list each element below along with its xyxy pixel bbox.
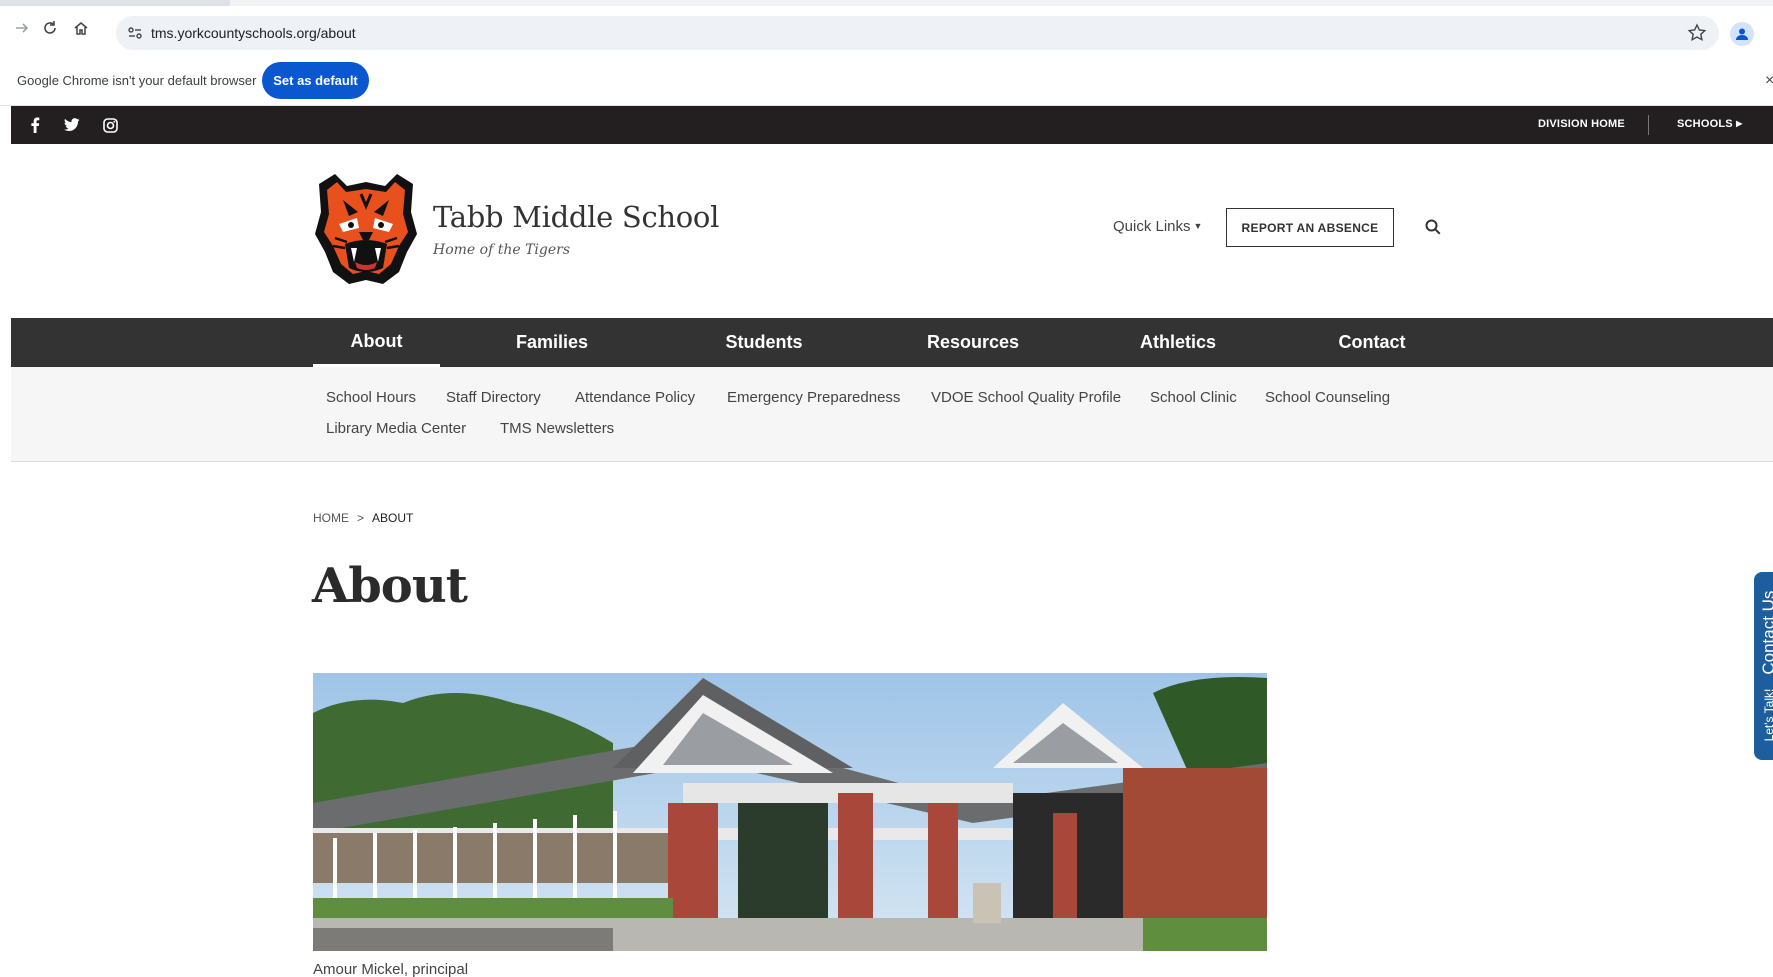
contact-us-label: Contact Us	[1759, 590, 1773, 675]
address-bar[interactable]: tms.yorkcountyschools.org/about	[116, 16, 1719, 50]
page-title: About	[312, 558, 468, 614]
breadcrumb-current: ABOUT	[372, 511, 414, 525]
schools-dropdown[interactable]: SCHOOLS ▶	[1677, 118, 1742, 130]
tiger-logo-icon[interactable]	[313, 172, 419, 286]
subnav-vdoe-quality-profile[interactable]: VDOE School Quality Profile	[931, 389, 1121, 406]
quick-links-label: Quick Links	[1113, 218, 1191, 235]
browser-toolbar: tms.yorkcountyschools.org/about	[0, 6, 1773, 56]
forward-icon[interactable]	[10, 16, 34, 40]
nav-about[interactable]: About	[313, 318, 440, 367]
quick-links-dropdown[interactable]: Quick Links ▼	[1113, 218, 1202, 235]
facebook-icon[interactable]	[25, 115, 45, 135]
site-info-icon[interactable]	[126, 24, 144, 42]
utility-divider	[1648, 115, 1649, 135]
photo-caption: Amour Mickel, principal	[313, 961, 469, 977]
subnav-staff-directory[interactable]: Staff Directory	[446, 389, 541, 406]
schools-label: SCHOOLS	[1677, 118, 1733, 130]
breadcrumb: HOME > ABOUT	[313, 511, 413, 525]
reload-icon[interactable]	[38, 16, 62, 40]
subnav-tms-newsletters[interactable]: TMS Newsletters	[500, 420, 614, 437]
profile-avatar-icon[interactable]	[1730, 22, 1754, 46]
contact-us-tab[interactable]: Let's Talk! Contact Us	[1754, 572, 1773, 760]
instagram-icon[interactable]	[100, 115, 120, 135]
default-browser-infobar: Google Chrome isn't your default browser…	[0, 56, 1773, 106]
nav-families[interactable]: Families	[491, 318, 613, 367]
main-navigation: About Families Students Resources Athlet…	[11, 318, 1773, 367]
report-absence-button[interactable]: REPORT AN ABSENCE	[1226, 208, 1394, 247]
nav-resources[interactable]: Resources	[901, 318, 1045, 367]
home-icon[interactable]	[69, 16, 93, 40]
infobar-message: Google Chrome isn't your default browser	[17, 73, 257, 88]
school-building-photo	[313, 673, 1267, 951]
caret-down-icon: ▼	[1193, 221, 1203, 231]
nav-athletics[interactable]: Athletics	[1111, 318, 1245, 367]
subnav-school-clinic[interactable]: School Clinic	[1150, 389, 1237, 406]
subnav-emergency-preparedness[interactable]: Emergency Preparedness	[727, 389, 900, 406]
division-home-link[interactable]: DIVISION HOME	[1538, 118, 1625, 130]
search-icon[interactable]	[1424, 218, 1442, 236]
subnav-attendance-policy[interactable]: Attendance Policy	[575, 389, 695, 406]
infobar-close-icon[interactable]: ×	[1765, 72, 1773, 90]
twitter-icon[interactable]	[62, 115, 82, 135]
lets-talk-label: Let's Talk!	[1762, 688, 1773, 742]
webpage: DIVISION HOME SCHOOLS ▶ Tabb Middle Scho…	[11, 106, 1773, 977]
site-header: Tabb Middle School Home of the Tigers Qu…	[11, 144, 1773, 318]
contact-tab-label: Let's Talk! Contact Us	[1759, 591, 1773, 742]
subnav-library-media-center[interactable]: Library Media Center	[326, 420, 466, 437]
utility-bar: DIVISION HOME SCHOOLS ▶	[11, 106, 1773, 144]
set-as-default-button[interactable]: Set as default	[262, 62, 369, 99]
breadcrumb-separator: >	[357, 511, 365, 525]
bookmark-star-icon[interactable]	[1687, 23, 1707, 43]
school-name[interactable]: Tabb Middle School	[433, 200, 719, 234]
url-text[interactable]: tms.yorkcountyschools.org/about	[151, 24, 356, 42]
subnav-school-counseling[interactable]: School Counseling	[1265, 389, 1390, 406]
school-tagline: Home of the Tigers	[433, 242, 571, 258]
nav-students[interactable]: Students	[701, 318, 827, 367]
nav-contact[interactable]: Contact	[1311, 318, 1433, 367]
subnav-school-hours[interactable]: School Hours	[326, 389, 416, 406]
caret-right-icon: ▶	[1736, 119, 1743, 128]
about-subnav: School Hours Staff Directory Attendance …	[11, 367, 1773, 462]
breadcrumb-home[interactable]: HOME	[313, 511, 349, 525]
